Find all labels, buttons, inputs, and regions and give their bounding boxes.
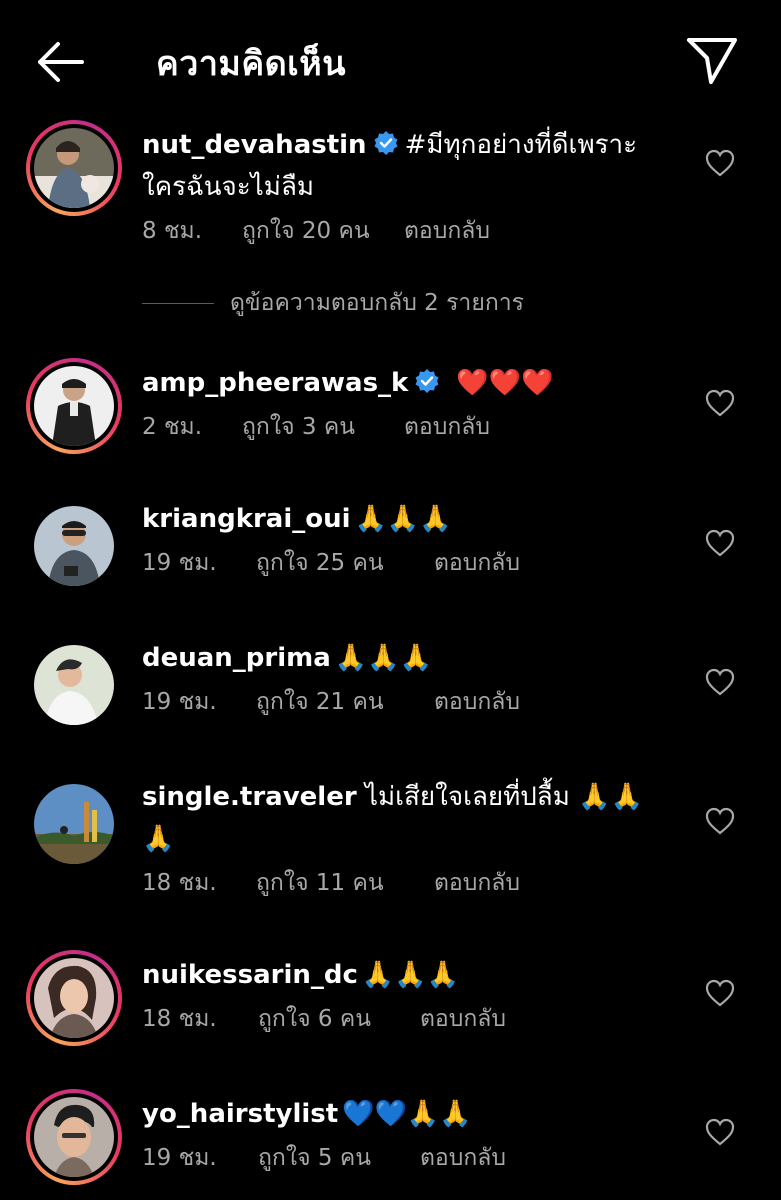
like-count[interactable]: ถูกใจ 6 คน (258, 1002, 420, 1036)
comment-text: 🙏🙏🙏 (334, 643, 432, 673)
verified-badge-icon (415, 369, 439, 393)
avatar (34, 958, 114, 1038)
like-count[interactable]: ถูกใจ 11 คน (256, 866, 434, 900)
reply-button[interactable]: ตอบกลับ (404, 214, 490, 248)
page-title: ความคิดเห็น (156, 44, 346, 84)
heart-icon[interactable] (704, 806, 736, 836)
avatar (34, 506, 114, 586)
story-ring[interactable] (26, 1089, 122, 1185)
comment-text: ❤️❤️❤️ (456, 368, 554, 398)
avatar-wrap[interactable] (34, 645, 114, 725)
username[interactable]: yo_hairstylist (142, 1099, 338, 1129)
avatar (34, 128, 114, 208)
username[interactable]: deuan_prima (142, 643, 331, 673)
view-replies-label: ดูข้อความตอบกลับ 2 รายการ (230, 290, 525, 316)
heart-icon[interactable] (704, 1117, 736, 1147)
avatar (34, 645, 114, 725)
like-count[interactable]: ถูกใจ 20 คน (242, 214, 404, 248)
view-replies-button[interactable]: ดูข้อความตอบกลับ 2 รายการ (142, 286, 524, 320)
reply-button[interactable]: ตอบกลับ (434, 546, 520, 580)
comment-time: 19 ชม. (142, 550, 217, 576)
username[interactable]: amp_pheerawas_k (142, 368, 408, 398)
story-ring[interactable] (26, 120, 122, 216)
back-button[interactable] (32, 38, 88, 86)
like-count[interactable]: ถูกใจ 3 คน (242, 410, 404, 444)
reply-button[interactable]: ตอบกลับ (434, 685, 520, 719)
story-ring[interactable] (26, 358, 122, 454)
story-ring[interactable] (26, 950, 122, 1046)
comment-text: #มีทุกอย่างที่ดีเพราะ (404, 130, 638, 160)
comments-screen: ความคิดเห็น nut_devahastin #มีทุกอย่างที่… (0, 0, 781, 1200)
reply-button[interactable]: ตอบกลับ (420, 1002, 506, 1036)
heart-icon[interactable] (704, 528, 736, 558)
comment-text: 🙏🙏🙏 (361, 960, 460, 990)
verified-badge-icon (374, 131, 398, 155)
like-count[interactable]: ถูกใจ 21 คน (256, 685, 434, 719)
paper-plane-icon (687, 38, 737, 84)
arrow-left-icon (38, 42, 84, 82)
like-count[interactable]: ถูกใจ 25 คน (256, 546, 434, 580)
avatar (34, 784, 114, 864)
heart-icon[interactable] (704, 667, 736, 697)
divider (142, 303, 214, 304)
heart-icon[interactable] (704, 388, 736, 418)
reply-button[interactable]: ตอบกลับ (420, 1141, 506, 1175)
comment-text-cont: ใครฉันจะไม่ลืม (142, 172, 315, 202)
avatar (34, 366, 114, 446)
username[interactable]: nut_devahastin (142, 130, 367, 160)
reply-button[interactable]: ตอบกลับ (404, 410, 490, 444)
username[interactable]: kriangkrai_oui (142, 504, 351, 534)
comment-time: 2 ชม. (142, 414, 203, 440)
username[interactable]: nuikessarin_dc (142, 960, 358, 990)
heart-icon[interactable] (704, 148, 736, 178)
heart-icon[interactable] (704, 978, 736, 1008)
avatar (34, 1097, 114, 1177)
like-count[interactable]: ถูกใจ 5 คน (258, 1141, 420, 1175)
comment-time: 18 ชม. (142, 870, 217, 896)
comment-time: 8 ชม. (142, 218, 203, 244)
comment-time: 19 ชม. (142, 689, 217, 715)
comment-text: 💙💙🙏🙏 (342, 1099, 472, 1129)
avatar-wrap[interactable] (34, 784, 114, 864)
avatar-wrap[interactable] (34, 506, 114, 586)
username[interactable]: single.traveler (142, 782, 357, 812)
share-button[interactable] (684, 34, 740, 88)
comment-time: 18 ชม. (142, 1006, 217, 1032)
reply-button[interactable]: ตอบกลับ (434, 866, 520, 900)
comment-text: 🙏🙏🙏 (354, 504, 452, 534)
header: ความคิดเห็น (0, 0, 781, 120)
comment-time: 19 ชม. (142, 1145, 217, 1171)
